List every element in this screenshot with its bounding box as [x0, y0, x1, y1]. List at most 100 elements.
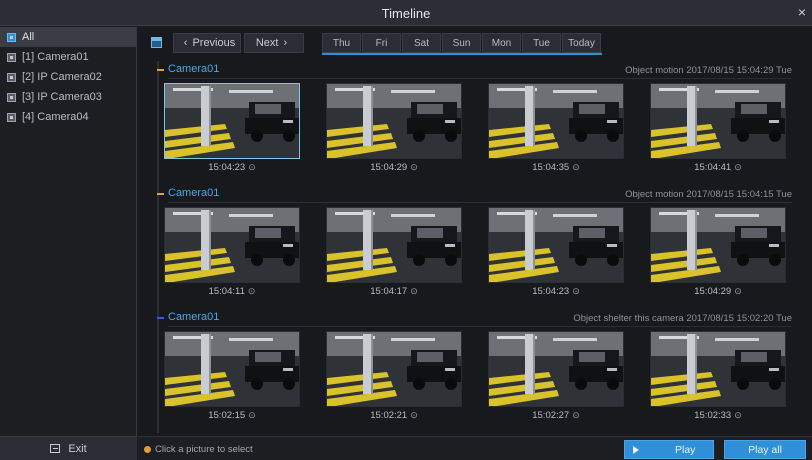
- previous-button[interactable]: ‹ Previous: [173, 33, 241, 53]
- play-button[interactable]: Play: [624, 440, 714, 459]
- snapshot-thumbnail[interactable]: 15:04:23 ⊙: [164, 83, 300, 173]
- sidebar-item[interactable]: [1] Camera01: [0, 47, 136, 67]
- snapshot-time: 15:04:29 ⊙: [326, 162, 462, 173]
- tab-day[interactable]: Today: [562, 33, 601, 53]
- section-divider: [168, 78, 792, 79]
- snapshot-time: 15:02:15 ⊙: [164, 410, 300, 421]
- snapshot-image: [489, 332, 623, 406]
- clock-icon: ⊙: [248, 162, 256, 172]
- event-section: Camera01 Object motion 2017/08/15 15:04:1…: [152, 185, 796, 307]
- section-divider: [168, 326, 792, 327]
- chevron-left-icon: ‹: [183, 37, 188, 49]
- snapshot-thumbnail[interactable]: 15:04:29 ⊙: [650, 207, 786, 297]
- snapshot-image: [327, 332, 461, 406]
- event-camera-name: Camera01: [168, 63, 220, 75]
- camera-icon: [7, 72, 16, 82]
- snapshot-image: [489, 208, 623, 282]
- snapshot-thumbnail[interactable]: 15:02:27 ⊙: [488, 331, 624, 421]
- previous-label: Previous: [192, 37, 236, 49]
- snapshot-time-text: 15:02:27: [532, 410, 570, 421]
- clock-icon: ⊙: [410, 286, 418, 296]
- tab-day[interactable]: Fri: [362, 33, 401, 53]
- snapshot-time-text: 15:02:33: [694, 410, 732, 421]
- section-divider: [168, 202, 792, 203]
- snapshot-thumbnail[interactable]: 15:02:21 ⊙: [326, 331, 462, 421]
- snapshot-image: [489, 84, 623, 158]
- exit-label: Exit: [68, 442, 87, 455]
- snapshot-thumbnail[interactable]: 15:04:17 ⊙: [326, 207, 462, 297]
- title-bar: Timeline ×: [0, 0, 812, 26]
- exit-button[interactable]: Exit: [0, 436, 137, 460]
- play-icon: [633, 445, 639, 454]
- snapshot-thumbnail[interactable]: 15:04:29 ⊙: [326, 83, 462, 173]
- snapshot-frame: [164, 83, 300, 159]
- tab-day[interactable]: Sun: [442, 33, 481, 53]
- snapshot-thumbnail[interactable]: 15:04:35 ⊙: [488, 83, 624, 173]
- snapshot-time-text: 15:02:15: [208, 410, 246, 421]
- sidebar-item-label: [2] IP Camera02: [22, 71, 102, 83]
- event-camera-name: Camera01: [168, 311, 220, 323]
- snapshot-thumbnail[interactable]: 15:04:23 ⊙: [488, 207, 624, 297]
- event-camera-name: Camera01: [168, 187, 220, 199]
- clock-icon: ⊙: [572, 286, 580, 296]
- clock-icon: ⊙: [734, 286, 742, 296]
- snapshot-time-text: 15:04:11: [208, 286, 245, 297]
- clock-icon: ⊙: [572, 410, 580, 420]
- clock-icon: ⊙: [247, 286, 256, 296]
- snapshot-time: 15:04:29 ⊙: [650, 286, 786, 297]
- sidebar-item[interactable]: [3] IP Camera03: [0, 87, 136, 107]
- snapshot-image: [165, 332, 299, 406]
- hint-text: Click a picture to select: [155, 444, 253, 455]
- snapshot-image: [327, 208, 461, 282]
- snapshot-thumbnail[interactable]: 15:02:15 ⊙: [164, 331, 300, 421]
- sidebar-item[interactable]: All: [0, 27, 136, 47]
- snapshot-time: 15:02:21 ⊙: [326, 410, 462, 421]
- snapshot-time: 15:04:35 ⊙: [488, 162, 624, 173]
- play-all-button[interactable]: Play all: [724, 440, 806, 459]
- tab-day[interactable]: Tue: [522, 33, 561, 53]
- sidebar-item[interactable]: [4] Camera04: [0, 107, 136, 127]
- snapshot-time-text: 15:04:23: [208, 162, 246, 173]
- event-description: Object motion 2017/08/15 15:04:15 Tue: [625, 189, 792, 200]
- camera-icon: [7, 112, 16, 122]
- tab-day[interactable]: Mon: [482, 33, 521, 53]
- snapshot-thumbnail[interactable]: 15:04:11 ⊙: [164, 207, 300, 297]
- snapshot-image: [165, 208, 299, 282]
- sidebar-item-label: [1] Camera01: [22, 51, 89, 63]
- tab-day[interactable]: Sat: [402, 33, 441, 53]
- snapshot-thumbnail[interactable]: 15:02:33 ⊙: [650, 331, 786, 421]
- snapshot-time-text: 15:04:29: [694, 286, 732, 297]
- close-icon[interactable]: ×: [798, 4, 806, 20]
- snapshot-time: 15:04:41 ⊙: [650, 162, 786, 173]
- snapshot-time-text: 15:04:23: [532, 286, 570, 297]
- snapshot-time-text: 15:04:29: [370, 162, 408, 173]
- snapshot-frame: [326, 207, 462, 283]
- snapshot-time-text: 15:04:41: [694, 162, 732, 173]
- snapshot-image: [327, 84, 461, 158]
- snapshot-frame: [650, 207, 786, 283]
- next-button[interactable]: Next ›: [244, 33, 304, 53]
- status-bar: Click a picture to select Play Play all: [138, 436, 812, 460]
- sidebar-item-label: [3] IP Camera03: [22, 91, 102, 103]
- snapshot-time: 15:04:17 ⊙: [326, 286, 462, 297]
- clock-icon: ⊙: [248, 410, 256, 420]
- clock-icon: ⊙: [572, 162, 580, 172]
- clock-icon: ⊙: [734, 162, 742, 172]
- play-all-label: Play all: [748, 443, 782, 456]
- event-description: Object shelter this camera 2017/08/15 15…: [573, 313, 792, 324]
- snapshot-time: 15:02:27 ⊙: [488, 410, 624, 421]
- camera-list: All [1] Camera01 [2] IP Camera02 [3] IP Cam…: [0, 27, 136, 127]
- snapshot-frame: [650, 331, 786, 407]
- camera-group-icon: [7, 32, 16, 42]
- snapshot-image: [651, 84, 785, 158]
- camera-icon: [7, 92, 16, 102]
- event-description: Object motion 2017/08/15 15:04:29 Tue: [625, 65, 792, 76]
- tab-day[interactable]: Thu: [322, 33, 361, 53]
- event-marker: [157, 317, 164, 319]
- sidebar-item[interactable]: [2] IP Camera02: [0, 67, 136, 87]
- timeline-panel: ‹ Previous Next › Thu Fri Sat Sun Mon Tue Toda…: [138, 27, 812, 460]
- calendar-icon[interactable]: [151, 37, 162, 48]
- snapshot-thumbnail[interactable]: 15:04:41 ⊙: [650, 83, 786, 173]
- camera-icon: [7, 52, 16, 62]
- snapshot-time-text: 15:02:21: [370, 410, 408, 421]
